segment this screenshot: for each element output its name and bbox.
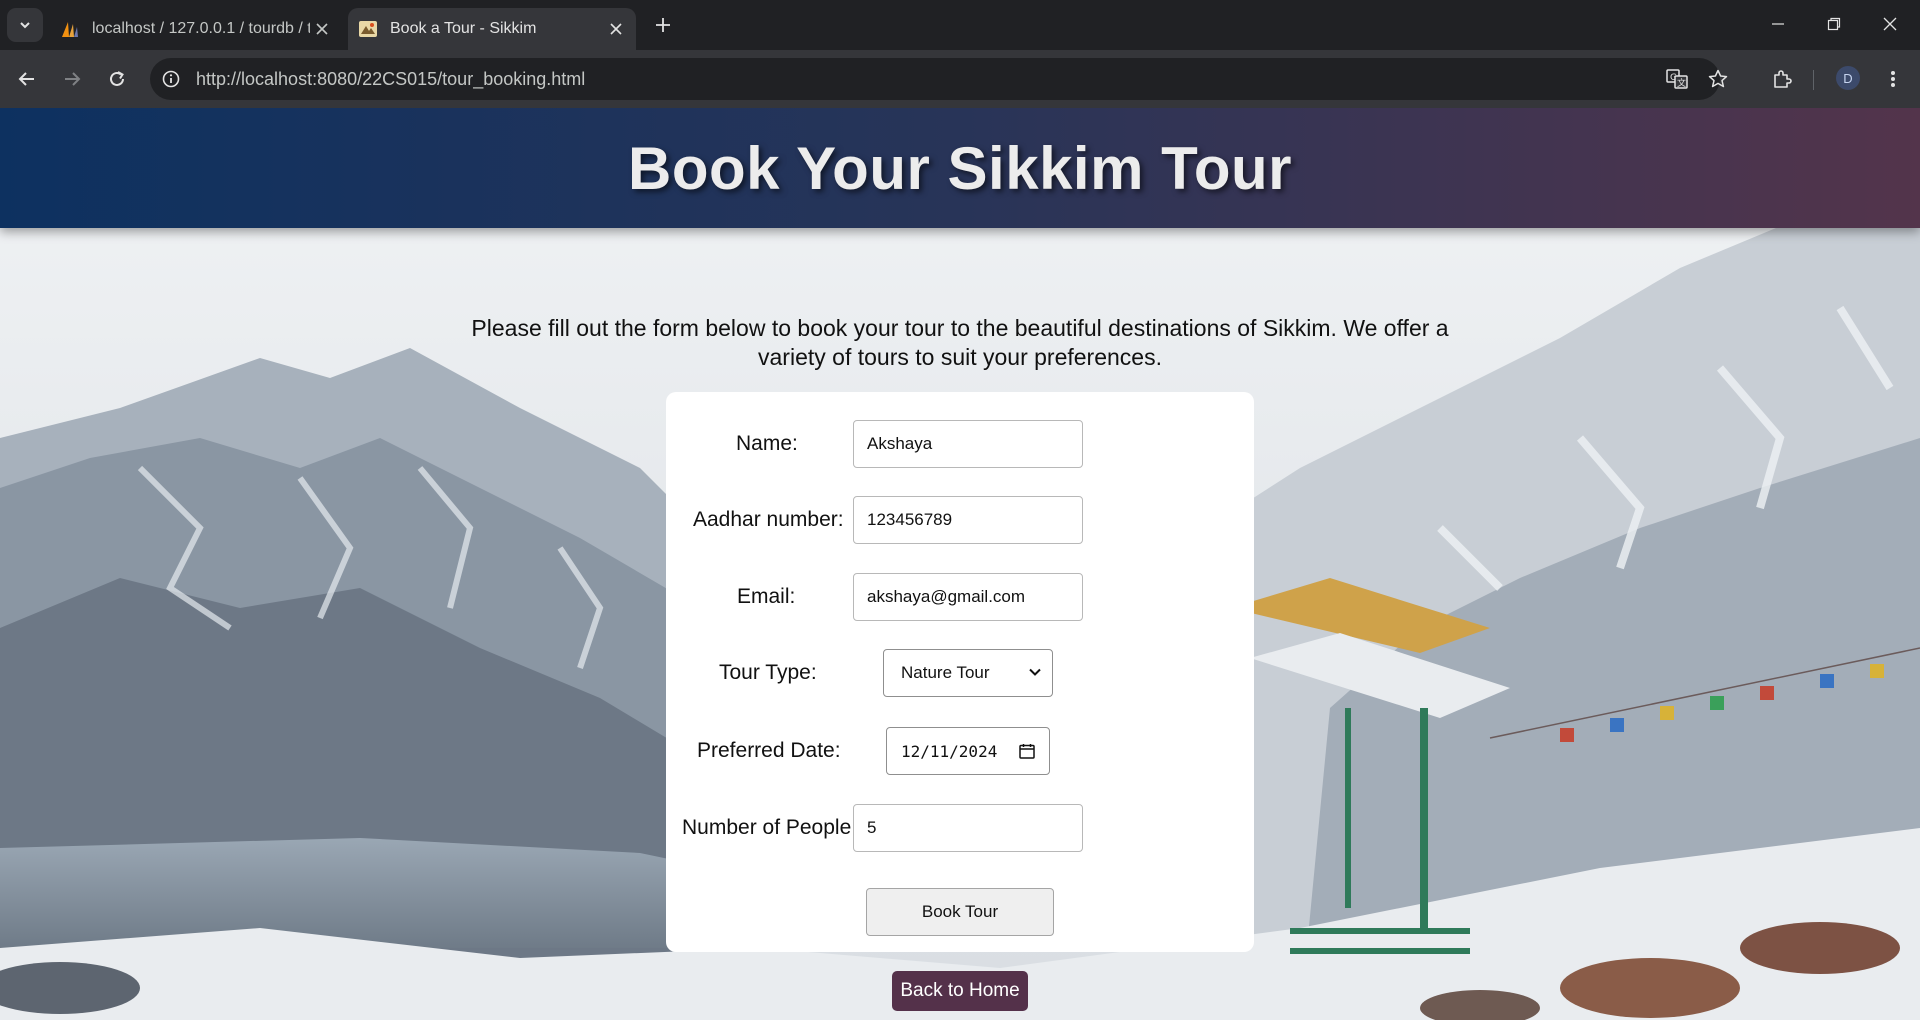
tour-type-select[interactable]: Nature Tour [883, 649, 1053, 697]
close-icon [1883, 17, 1897, 31]
chevron-down-icon [1029, 668, 1041, 676]
restore-icon [1827, 17, 1841, 31]
info-icon [162, 70, 180, 88]
puzzle-icon [1774, 70, 1792, 88]
aadhar-row: Aadhar number: 123456789 [666, 496, 1254, 544]
tab-search-button[interactable] [7, 8, 43, 42]
date-label: Preferred Date: [697, 739, 841, 762]
tab-strip: localhost / 127.0.0.1 / tourdb / t Book … [0, 0, 1920, 50]
aadhar-input[interactable]: 123456789 [853, 496, 1083, 544]
new-tab-button[interactable] [650, 12, 676, 38]
email-label: Email: [737, 585, 796, 608]
date-input[interactable]: 12/11/2024 [886, 727, 1050, 775]
address-bar[interactable]: http://localhost:8080/22CS015/tour_booki… [150, 58, 1728, 100]
intro-text: Please fill out the form below to book y… [471, 315, 1449, 370]
calendar-icon[interactable] [1019, 743, 1035, 759]
reload-icon [110, 71, 124, 86]
name-label: Name: [736, 432, 798, 455]
tab-title: Book a Tour - Sikkim [390, 20, 537, 37]
book-tour-button[interactable]: Book Tour [866, 888, 1054, 936]
star-icon [1708, 69, 1728, 88]
back-button[interactable] [10, 62, 44, 96]
people-input[interactable]: 5 [853, 804, 1083, 852]
people-label: Number of People: [682, 816, 858, 839]
close-icon[interactable] [310, 17, 334, 41]
booking-form: Name: Akshaya Aadhar number: 123456789 E… [666, 392, 1254, 952]
translate-button[interactable]: G文 [1660, 62, 1694, 96]
arrow-right-icon [65, 72, 81, 86]
translate-icon: G文 [1666, 69, 1688, 89]
minimize-button[interactable] [1750, 0, 1806, 48]
svg-text:文: 文 [1677, 77, 1686, 89]
page-viewport: Book Your Sikkim Tour Please fill out th… [0, 108, 1920, 1020]
email-row: Email: akshaya@gmail.com [666, 573, 1254, 621]
close-icon[interactable] [604, 17, 628, 41]
name-input[interactable]: Akshaya [853, 420, 1083, 468]
forward-button[interactable] [55, 62, 89, 96]
url-text: http://localhost:8080/22CS015/tour_booki… [196, 68, 586, 89]
aadhar-label: Aadhar number: [693, 508, 844, 531]
close-window-button[interactable] [1862, 0, 1918, 48]
email-input[interactable]: akshaya@gmail.com [853, 573, 1083, 621]
people-row: Number of People: 5 [666, 804, 1254, 852]
reload-button[interactable] [100, 62, 134, 96]
browser-menu-button[interactable] [1876, 62, 1910, 96]
plus-icon [656, 18, 670, 32]
minimize-icon [1772, 23, 1784, 25]
date-value: 12/11/2024 [901, 741, 998, 761]
phpmyadmin-sail-icon [60, 19, 80, 39]
name-row: Name: Akshaya [666, 420, 1254, 468]
site-info-button[interactable] [154, 62, 188, 96]
profile-avatar[interactable]: D [1836, 66, 1860, 90]
tab-title: localhost / 127.0.0.1 / tourdb / t [92, 20, 310, 37]
arrow-left-icon [18, 72, 34, 86]
site-header: Book Your Sikkim Tour [0, 108, 1920, 228]
browser-toolbar: http://localhost:8080/22CS015/tour_booki… [0, 50, 1920, 108]
kebab-menu-icon [1891, 71, 1895, 87]
extensions-button[interactable] [1765, 62, 1799, 96]
tour-type-row: Tour Type: Nature Tour [666, 649, 1254, 697]
restore-button[interactable] [1806, 0, 1862, 48]
back-to-home-button[interactable]: Back to Home [892, 971, 1028, 1011]
tab-phpmyadmin[interactable]: localhost / 127.0.0.1 / tourdb / t [50, 8, 342, 50]
page-title: Book Your Sikkim Tour [628, 134, 1292, 202]
chevron-down-icon [20, 22, 30, 29]
tour-site-icon [358, 19, 378, 39]
tab-book-a-tour[interactable]: Book a Tour - Sikkim [348, 8, 636, 50]
tour-type-selected-value: Nature Tour [901, 663, 990, 682]
bookmark-button[interactable] [1701, 62, 1735, 96]
tour-type-label: Tour Type: [719, 661, 817, 684]
date-row: Preferred Date: 12/11/2024 [666, 727, 1254, 775]
toolbar-divider [1813, 70, 1814, 90]
